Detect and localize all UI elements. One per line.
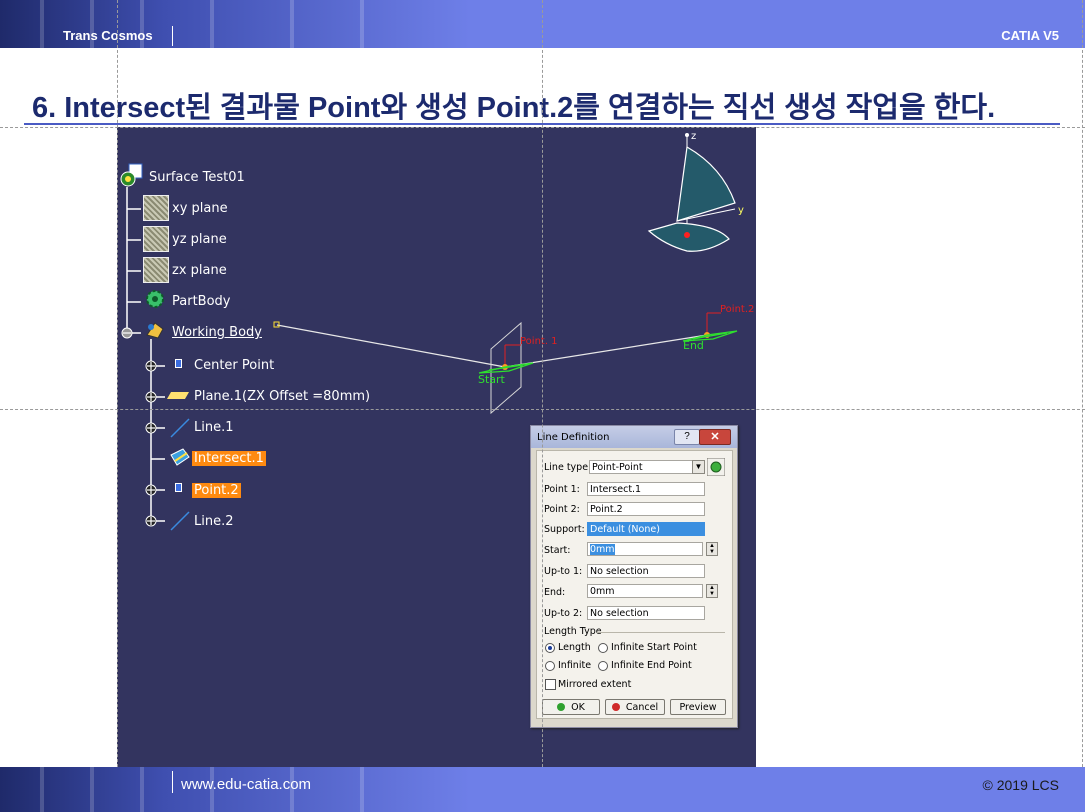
preview-button[interactable]: Preview	[670, 699, 726, 715]
footer-url[interactable]: www.edu-catia.com	[181, 776, 311, 793]
mirrored-checkbox[interactable]	[545, 679, 556, 690]
footer-divider	[172, 771, 173, 793]
support-field[interactable]: Default (None)	[587, 522, 705, 536]
help-button[interactable]: ?	[674, 429, 700, 445]
group-divider	[597, 632, 725, 633]
point1-field[interactable]: Intersect.1	[587, 482, 705, 496]
tree-item-yz-plane[interactable]: yz plane	[172, 232, 227, 247]
radio-infinite-end[interactable]	[598, 661, 608, 671]
support-label: Support:	[544, 524, 585, 535]
chevron-down-icon[interactable]: ▼	[692, 460, 705, 474]
line-type-options-icon[interactable]	[707, 458, 725, 476]
guide-line	[0, 409, 1085, 410]
axis-z-label: z	[691, 131, 697, 142]
upto1-field[interactable]: No selection	[587, 564, 705, 578]
cancel-icon	[611, 703, 620, 711]
end-field[interactable]: 0mm	[587, 584, 703, 598]
ok-label: OK	[571, 702, 585, 713]
point2-label: Point 2:	[544, 504, 580, 515]
intersect-icon	[170, 448, 190, 466]
tree-item-line2[interactable]: Line.2	[194, 514, 234, 529]
point2-label: Point.2	[720, 304, 755, 315]
compass	[647, 133, 736, 252]
upto1-label: Up-to 1:	[544, 566, 583, 577]
product-label: CATIA V5	[1001, 28, 1059, 43]
tree-root[interactable]: Surface Test01	[149, 170, 245, 185]
point2-field[interactable]: Point.2	[587, 502, 705, 516]
upto2-label: Up-to 2:	[544, 608, 583, 619]
line-type-label: Line type :	[544, 462, 595, 473]
line-start-marker	[273, 321, 280, 328]
start-value: 0mm	[590, 544, 615, 555]
radio-infinite-label: Infinite	[558, 660, 592, 671]
dialog-title: Line Definition	[537, 432, 610, 443]
line-definition-dialog: Line Definition ? ✕ Line type : Point-Po…	[530, 425, 738, 728]
axis-y-label: y	[738, 205, 744, 216]
close-button[interactable]: ✕	[699, 429, 731, 445]
tree-item-center-point[interactable]: Center Point	[194, 358, 274, 373]
start-label: Start	[478, 373, 505, 386]
tree-item-zx-plane[interactable]: zx plane	[172, 263, 227, 278]
upto2-field[interactable]: No selection	[587, 606, 705, 620]
radio-infinite[interactable]	[545, 661, 555, 671]
start-spinner[interactable]: ▲ ▼	[706, 542, 718, 556]
footer-copyright: © 2019 LCS	[982, 777, 1059, 793]
slide-title: 6. Intersect된 결과물 Point와 생성 Point.2를 연결하…	[32, 92, 996, 124]
end-label: End	[683, 339, 704, 352]
line-icon	[170, 418, 190, 438]
body-icon	[146, 322, 164, 339]
brand-label: Trans Cosmos	[63, 28, 153, 43]
point1-label: Point. 1	[520, 336, 558, 347]
guide-line	[542, 0, 543, 812]
radio-length-label: Length	[558, 642, 591, 653]
guide-line	[0, 127, 1085, 128]
gear-icon	[146, 290, 164, 308]
tree-item-line1[interactable]: Line.1	[194, 420, 234, 435]
tree-item-partbody[interactable]: PartBody	[172, 294, 230, 309]
plane-icon	[143, 226, 169, 252]
end-spinner[interactable]: ▲ ▼	[706, 584, 718, 598]
line-type-select[interactable]: Point-Point	[589, 460, 705, 474]
ok-button[interactable]: OK	[542, 699, 600, 715]
cancel-label: Cancel	[625, 702, 659, 713]
point1-label: Point 1:	[544, 484, 580, 495]
cancel-button[interactable]: Cancel	[605, 699, 665, 715]
mirrored-label: Mirrored extent	[558, 679, 632, 690]
radio-infinite-start[interactable]	[598, 643, 608, 653]
guide-line	[117, 0, 118, 812]
tree-item-plane1[interactable]: Plane.1(ZX Offset =80mm)	[194, 389, 370, 404]
radio-length[interactable]	[545, 643, 555, 653]
header-divider	[172, 26, 173, 46]
guide-line	[1082, 0, 1083, 812]
line-icon	[170, 511, 190, 531]
start-label: Start:	[544, 545, 571, 556]
start-field[interactable]: 0mm	[587, 542, 703, 556]
tree-item-intersect1[interactable]: Intersect.1	[192, 451, 266, 466]
plane-icon	[143, 195, 169, 221]
dialog-body: Line type : Point-Point ▼ Point 1: Inter…	[536, 450, 733, 719]
end-label: End:	[544, 587, 566, 598]
point-icon	[175, 483, 182, 492]
radio-infinite-end-label: Infinite End Point	[611, 660, 692, 671]
ok-icon	[557, 703, 566, 711]
length-type-group-label: Length Type	[544, 626, 602, 637]
tree-item-xy-plane[interactable]: xy plane	[172, 201, 228, 216]
radio-infinite-start-label: Infinite Start Point	[611, 642, 697, 653]
tree-item-working-body[interactable]: Working Body	[172, 325, 262, 340]
tree-item-point2[interactable]: Point.2	[192, 483, 241, 498]
plane-icon	[143, 257, 169, 283]
point-icon	[175, 359, 182, 368]
part-icon	[120, 163, 143, 187]
